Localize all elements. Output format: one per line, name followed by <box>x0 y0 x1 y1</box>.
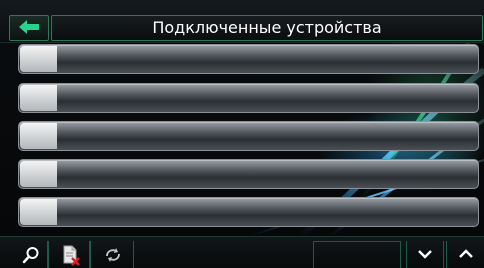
bottom-toolbar <box>0 236 484 268</box>
device-list-item[interactable] <box>18 44 479 74</box>
device-list-item[interactable] <box>18 197 479 227</box>
row-handle <box>20 199 57 225</box>
chevron-down-icon <box>418 250 432 259</box>
chevron-up-icon <box>459 249 473 258</box>
scroll-down-button[interactable] <box>406 241 444 268</box>
toolbar-empty-slot <box>313 241 401 268</box>
row-handle <box>20 85 57 111</box>
device-list-item[interactable] <box>18 159 479 189</box>
delete-device-button[interactable] <box>48 241 90 268</box>
search-button[interactable] <box>14 241 48 268</box>
page-title: Подключенные устройства <box>51 15 483 41</box>
back-button[interactable] <box>9 15 49 41</box>
row-handle <box>20 161 57 187</box>
scroll-up-button[interactable] <box>446 241 484 268</box>
device-list-item[interactable] <box>18 121 479 151</box>
search-icon <box>22 247 39 264</box>
arrow-left-icon <box>19 20 39 34</box>
refresh-button[interactable] <box>90 241 134 268</box>
refresh-icon <box>106 248 120 262</box>
screen: Подключенные устройства <box>0 0 484 268</box>
device-list-item[interactable] <box>18 83 479 113</box>
delete-device-icon <box>63 245 80 266</box>
row-handle <box>20 123 57 149</box>
row-handle <box>20 46 57 72</box>
toolbar-empty-slot <box>134 241 308 268</box>
title-bar: Подключенные устройства <box>0 0 484 43</box>
